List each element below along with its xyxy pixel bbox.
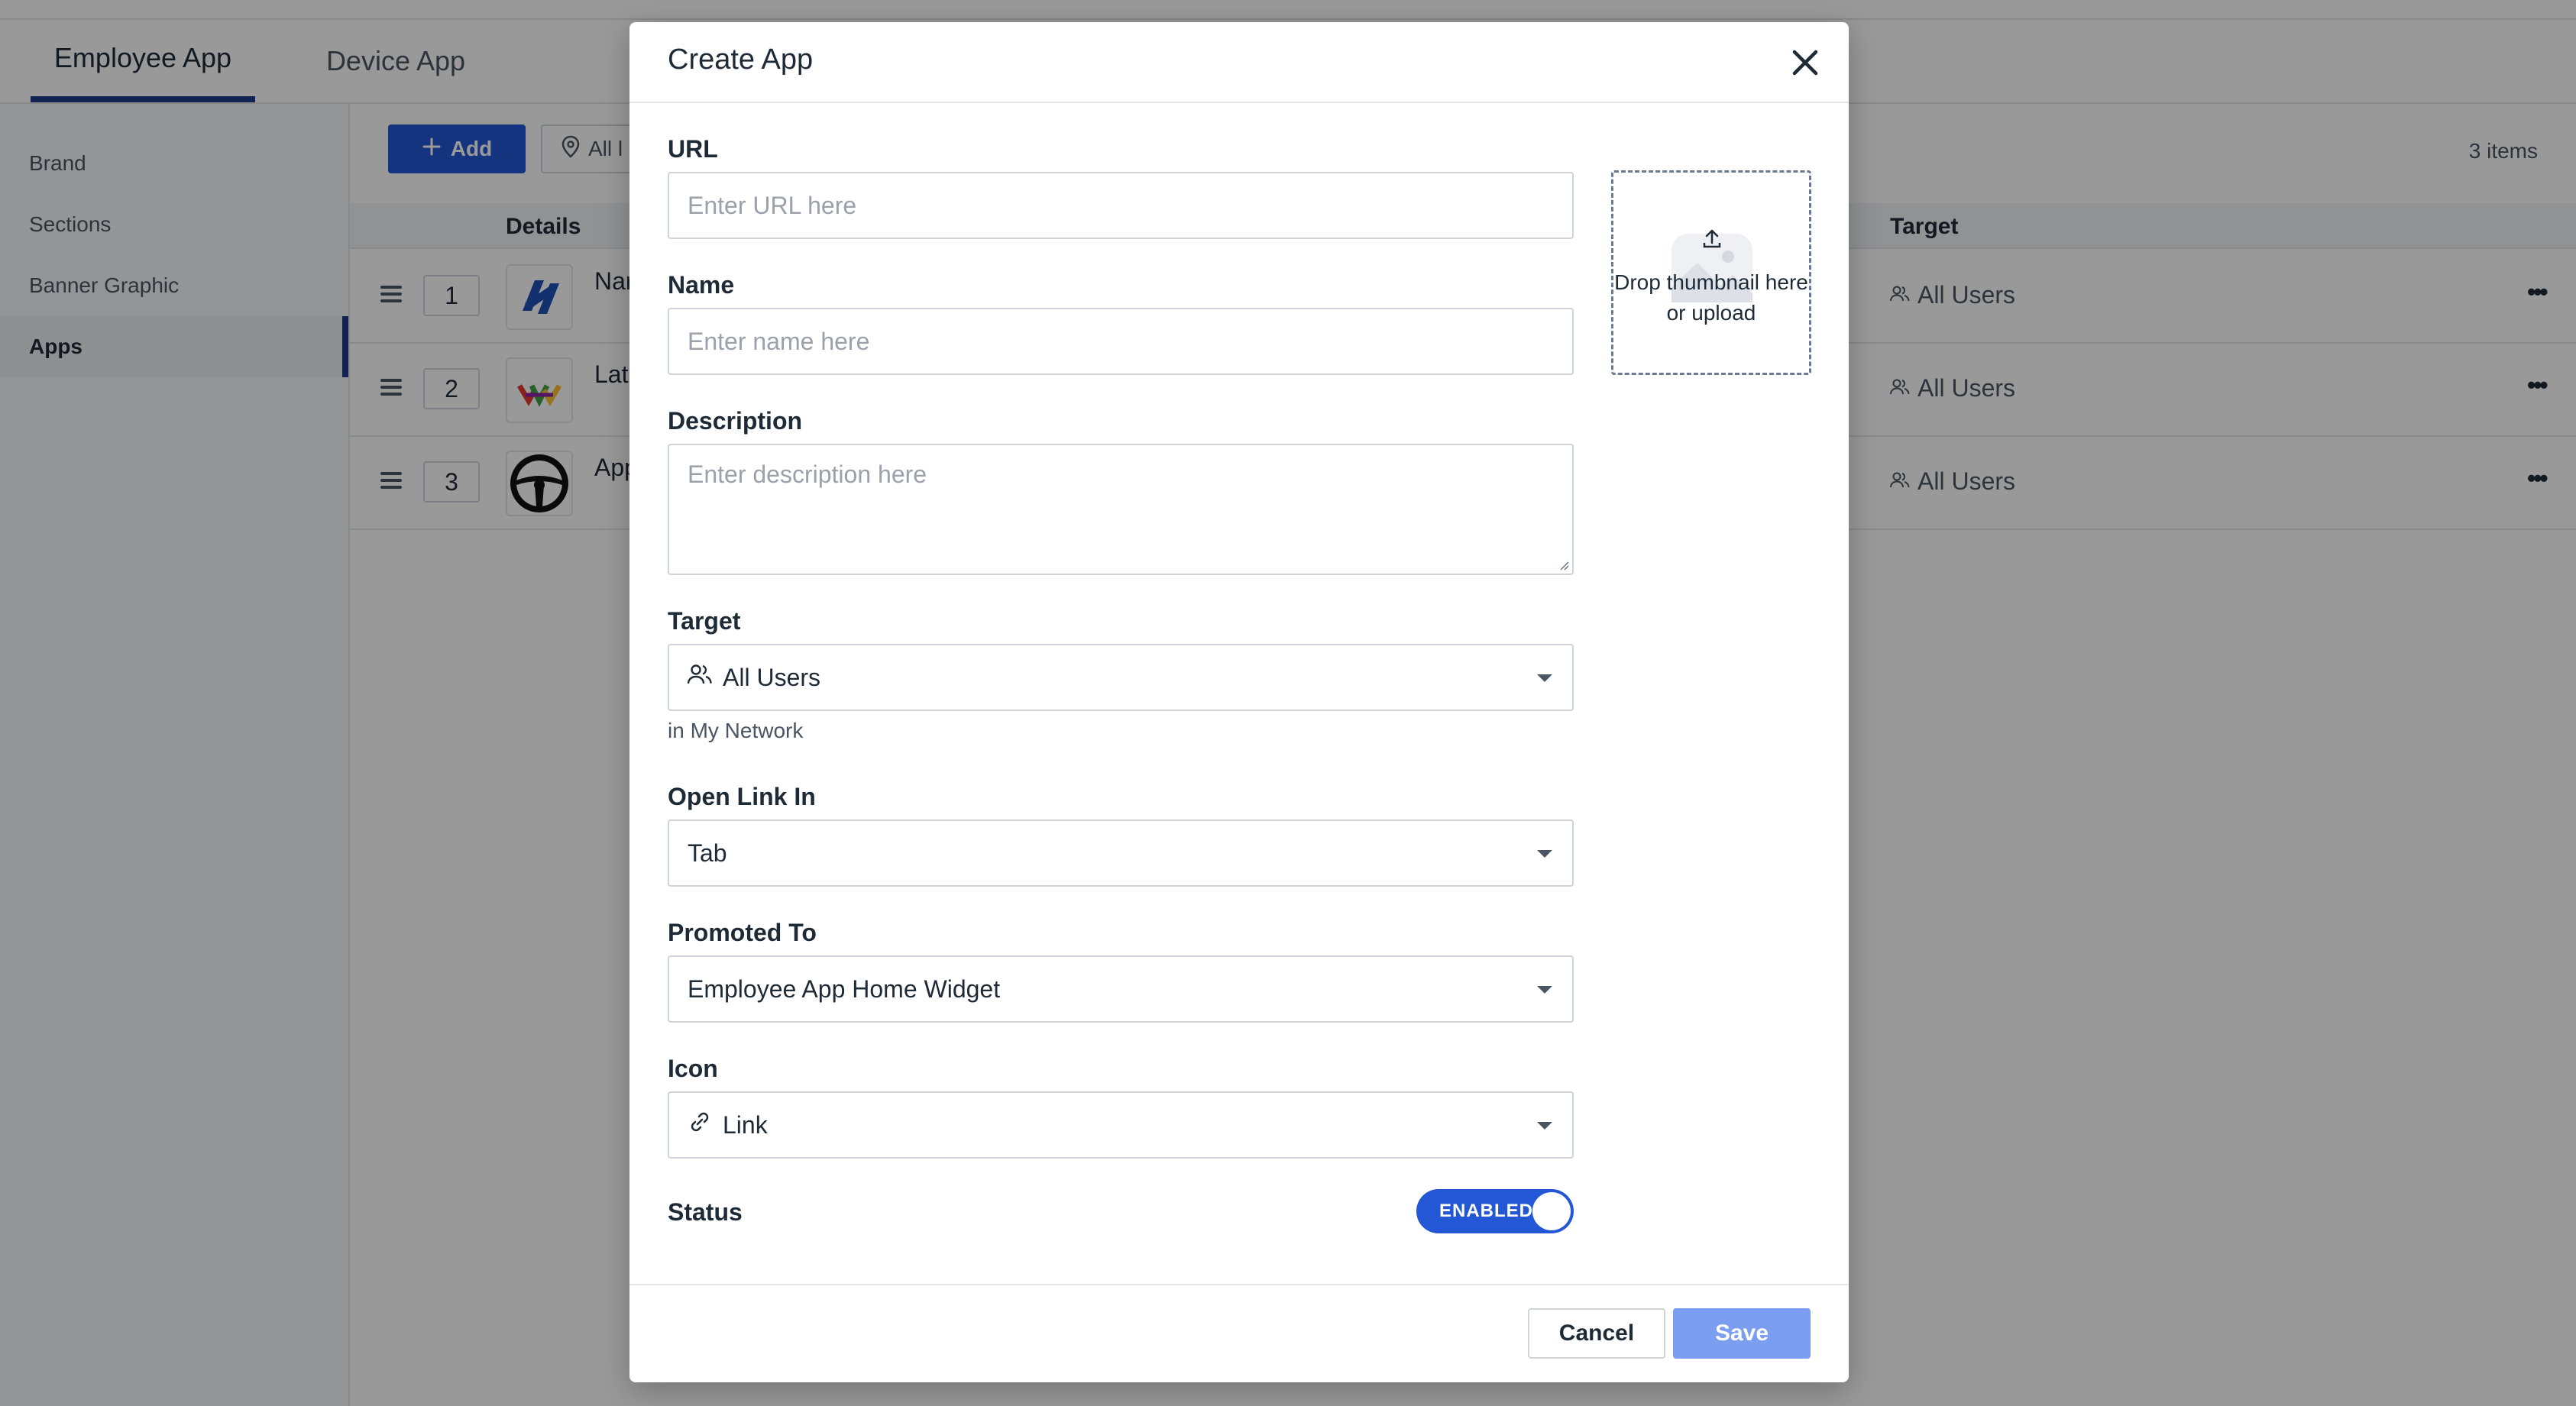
url-label: URL [668, 135, 718, 163]
name-placeholder: Enter name here [688, 327, 870, 355]
close-icon[interactable] [1786, 44, 1824, 82]
dialog-header: Create App [629, 22, 1849, 103]
name-input[interactable]: Enter name here [668, 308, 1574, 375]
target-label: Target [668, 607, 741, 635]
cancel-button[interactable]: Cancel [1528, 1308, 1665, 1359]
promoted-to-label: Promoted To [668, 919, 817, 946]
open-link-in-label: Open Link In [668, 783, 816, 810]
description-textarea[interactable]: Enter description here [668, 444, 1574, 575]
status-toggle-label: ENABLED [1439, 1201, 1534, 1221]
create-app-dialog: Create App URL Enter URL here Name Enter… [629, 22, 1849, 1382]
icon-select[interactable]: Link [668, 1091, 1574, 1159]
target-select[interactable]: All Users [668, 644, 1574, 711]
target-value: All Users [723, 663, 821, 691]
description-label: Description [668, 407, 803, 435]
promoted-to-select[interactable]: Employee App Home Widget [668, 955, 1574, 1023]
url-placeholder: Enter URL here [688, 191, 857, 219]
users-icon [687, 663, 712, 692]
icon-label: Icon [668, 1055, 718, 1082]
target-hint: in My Network [668, 719, 804, 742]
resize-grip-icon[interactable] [1557, 558, 1569, 570]
dialog-footer: Cancel Save [629, 1284, 1849, 1382]
save-button[interactable]: Save [1673, 1308, 1811, 1359]
name-label: Name [668, 271, 735, 299]
chevron-down-icon [1537, 1122, 1552, 1130]
promoted-to-value: Employee App Home Widget [688, 975, 1001, 1003]
description-placeholder: Enter description here [688, 461, 927, 488]
toggle-knob [1532, 1192, 1571, 1230]
thumbnail-dropzone-text: Drop thumbnail here or upload [1614, 270, 1808, 325]
chevron-down-icon [1537, 674, 1552, 682]
open-link-in-value: Tab [688, 839, 727, 867]
chevron-down-icon [1537, 850, 1552, 858]
chevron-down-icon [1537, 986, 1552, 994]
dialog-title: Create App [668, 44, 814, 76]
icon-value: Link [723, 1110, 768, 1139]
url-input[interactable]: Enter URL here [668, 172, 1574, 239]
open-link-in-select[interactable]: Tab [668, 819, 1574, 887]
thumbnail-dropzone[interactable]: Drop thumbnail here or upload [1611, 170, 1811, 375]
upload-icon [1703, 229, 1721, 248]
status-label: Status [668, 1198, 743, 1226]
link-icon [688, 1110, 712, 1140]
status-toggle[interactable]: ENABLED [1416, 1189, 1574, 1233]
